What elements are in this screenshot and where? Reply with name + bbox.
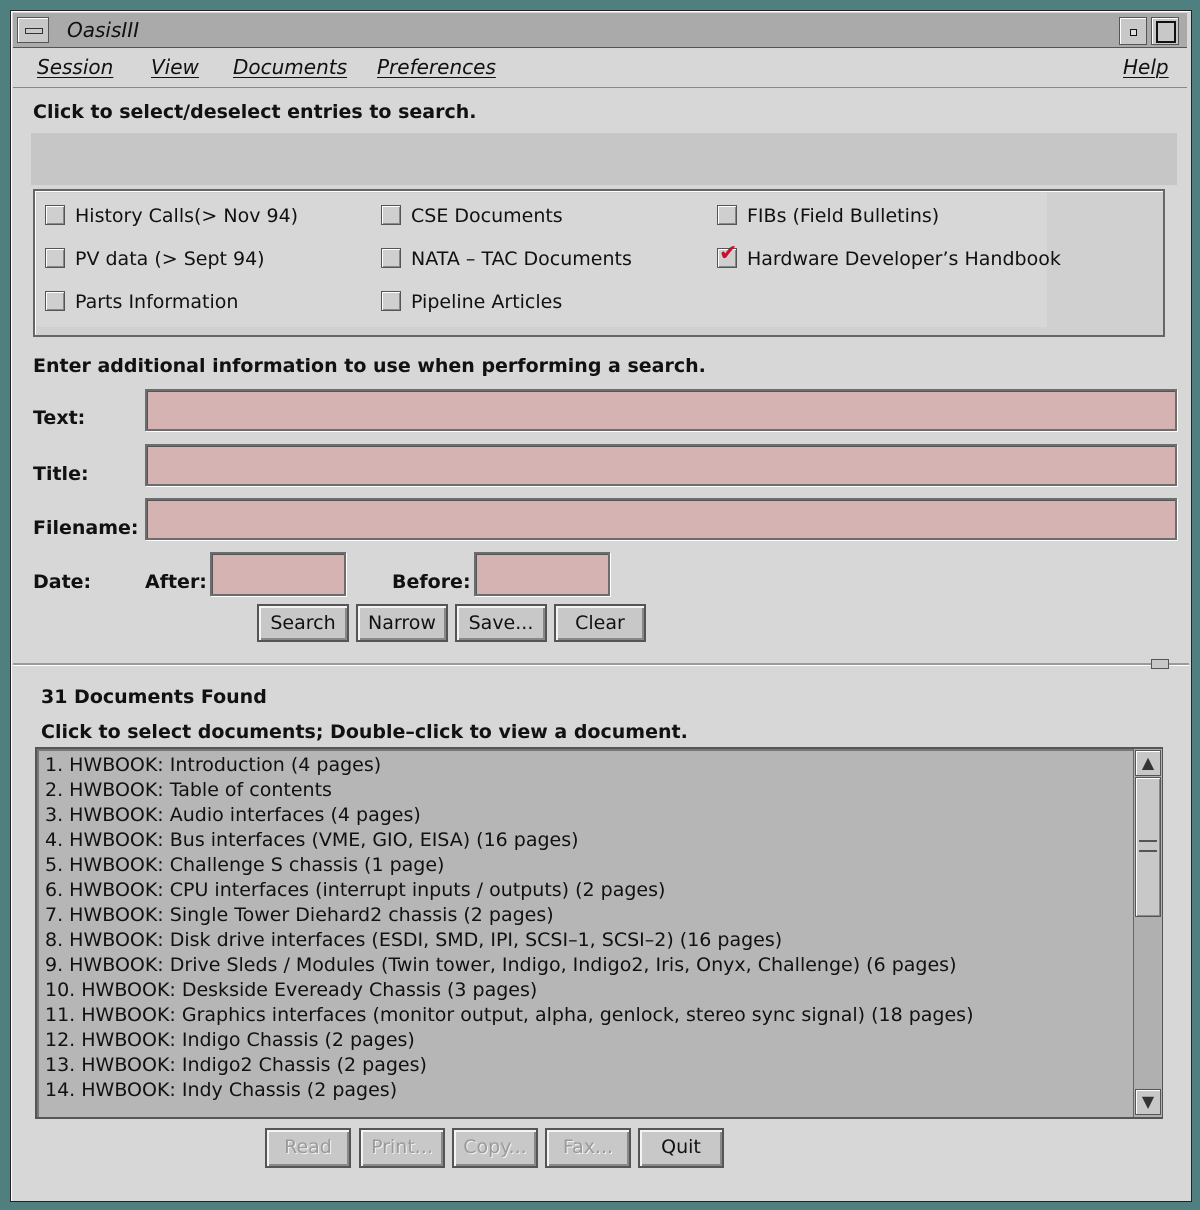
checkbox-box[interactable] <box>45 291 65 311</box>
menu-bar: Session View Documents Preferences Help <box>13 49 1187 88</box>
date-label: Date: <box>33 571 92 593</box>
checkbox-label: FIBs (Field Bulletins) <box>747 205 940 227</box>
vertical-scrollbar[interactable]: ▲ ▼ <box>1133 749 1162 1117</box>
menu-view[interactable]: View <box>151 55 199 79</box>
save-button[interactable]: Save... <box>455 604 547 642</box>
list-item[interactable]: 10. HWBOOK: Deskside Eveready Chassis (3… <box>45 978 1125 1003</box>
menu-documents[interactable]: Documents <box>233 55 347 79</box>
list-item[interactable]: 13. HWBOOK: Indigo2 Chassis (2 pages) <box>45 1053 1125 1078</box>
list-item[interactable]: 4. HWBOOK: Bus interfaces (VME, GIO, EIS… <box>45 828 1125 853</box>
minimize-icon <box>1130 29 1137 36</box>
checkbox-box[interactable]: ✔ <box>717 243 737 268</box>
menu-preferences[interactable]: Preferences <box>377 55 496 79</box>
checkbox-box[interactable] <box>381 291 401 311</box>
after-date-field[interactable] <box>210 552 346 596</box>
maximize-button[interactable] <box>1151 17 1179 45</box>
checkbox-parts-information[interactable]: Parts Information <box>45 291 238 313</box>
results-list: 1. HWBOOK: Introduction (4 pages) 2. HWBO… <box>35 747 1163 1119</box>
checkbox-fibs[interactable]: FIBs (Field Bulletins) <box>717 205 939 227</box>
text-label: Text: <box>33 407 86 429</box>
results-list-items[interactable]: 1. HWBOOK: Introduction (4 pages) 2. HWBO… <box>45 753 1125 1113</box>
minimize-button[interactable] <box>1119 17 1147 45</box>
results-instruction: Click to select documents; Double–click … <box>41 721 688 743</box>
window-menu-button[interactable] <box>17 17 49 43</box>
scroll-up-arrow-icon[interactable]: ▲ <box>1135 750 1161 776</box>
checkbox-label: PV data (> Sept 94) <box>75 248 265 270</box>
after-label: After: <box>145 571 207 593</box>
scrollbar-thumb[interactable] <box>1135 777 1161 917</box>
pane-sash-handle[interactable] <box>1151 659 1169 669</box>
selection-strip <box>31 133 1177 185</box>
checkbox-label: Parts Information <box>75 291 239 313</box>
checkbox-cse-documents[interactable]: CSE Documents <box>381 205 563 227</box>
checkbox-hardware-handbook[interactable]: ✔ Hardware Developer’s Handbook <box>717 243 1061 270</box>
menu-help[interactable]: Help <box>1123 55 1169 79</box>
checkbox-box[interactable] <box>717 205 737 225</box>
menu-session[interactable]: Session <box>37 55 113 79</box>
list-item[interactable]: 1. HWBOOK: Introduction (4 pages) <box>45 753 1125 778</box>
print-button[interactable]: Print... <box>359 1128 445 1168</box>
filename-label: Filename: <box>33 517 139 539</box>
checkbox-box[interactable] <box>381 205 401 225</box>
title-bar[interactable]: OasisIII <box>13 13 1187 48</box>
checkbox-label: Hardware Developer’s Handbook <box>747 248 1061 270</box>
pane-divider <box>13 663 1189 666</box>
fax-button[interactable]: Fax... <box>545 1128 631 1168</box>
window-title: OasisIII <box>67 18 140 42</box>
title-label: Title: <box>33 463 89 485</box>
grip-icon <box>1139 840 1157 852</box>
checkbox-box[interactable] <box>45 248 65 268</box>
checkmark-icon: ✔ <box>719 241 738 266</box>
documents-found-count: 31 Documents Found <box>41 686 267 708</box>
list-item[interactable]: 14. HWBOOK: Indy Chassis (2 pages) <box>45 1078 1125 1103</box>
checkbox-history-calls[interactable]: History Calls(> Nov 94) <box>45 205 298 227</box>
before-label: Before: <box>392 571 471 593</box>
checkbox-label: Pipeline Articles <box>411 291 563 313</box>
maximize-icon <box>1156 21 1176 43</box>
checkbox-box[interactable] <box>45 205 65 225</box>
checkbox-label: CSE Documents <box>411 205 563 227</box>
window-menu-icon <box>25 28 43 34</box>
before-date-field[interactable] <box>474 552 610 596</box>
read-button[interactable]: Read <box>265 1128 351 1168</box>
list-item[interactable]: 8. HWBOOK: Disk drive interfaces (ESDI, … <box>45 928 1125 953</box>
checkbox-label: NATA – TAC Documents <box>411 248 632 270</box>
checkbox-pipeline-articles[interactable]: Pipeline Articles <box>381 291 562 313</box>
list-item[interactable]: 9. HWBOOK: Drive Sleds / Modules (Twin t… <box>45 953 1125 978</box>
search-button[interactable]: Search <box>257 604 349 642</box>
checkbox-pv-data[interactable]: PV data (> Sept 94) <box>45 248 265 270</box>
select-instruction: Click to select/deselect entries to sear… <box>33 101 477 123</box>
narrow-button[interactable]: Narrow <box>356 604 448 642</box>
quit-button[interactable]: Quit <box>638 1128 724 1168</box>
search-instruction: Enter additional information to use when… <box>33 355 706 377</box>
copy-button[interactable]: Copy... <box>452 1128 538 1168</box>
text-field[interactable] <box>145 389 1177 431</box>
database-checkbox-panel: History Calls(> Nov 94) PV data (> Sept … <box>33 189 1165 337</box>
oasis-window: OasisIII Session View Documents Preferen… <box>10 10 1192 1202</box>
list-item[interactable]: 12. HWBOOK: Indigo Chassis (2 pages) <box>45 1028 1125 1053</box>
list-item[interactable]: 2. HWBOOK: Table of contents <box>45 778 1125 803</box>
filename-field[interactable] <box>145 498 1177 540</box>
list-item[interactable]: 5. HWBOOK: Challenge S chassis (1 page) <box>45 853 1125 878</box>
list-item[interactable]: 6. HWBOOK: CPU interfaces (interrupt inp… <box>45 878 1125 903</box>
title-field[interactable] <box>145 444 1177 486</box>
scroll-down-arrow-icon[interactable]: ▼ <box>1135 1089 1161 1115</box>
checkbox-box[interactable] <box>381 248 401 268</box>
list-item[interactable]: 7. HWBOOK: Single Tower Diehard2 chassis… <box>45 903 1125 928</box>
list-item[interactable]: 11. HWBOOK: Graphics interfaces (monitor… <box>45 1003 1125 1028</box>
clear-button[interactable]: Clear <box>554 604 646 642</box>
list-item[interactable]: 3. HWBOOK: Audio interfaces (4 pages) <box>45 803 1125 828</box>
checkbox-label: History Calls(> Nov 94) <box>75 205 299 227</box>
checkbox-nata-tac[interactable]: NATA – TAC Documents <box>381 248 632 270</box>
